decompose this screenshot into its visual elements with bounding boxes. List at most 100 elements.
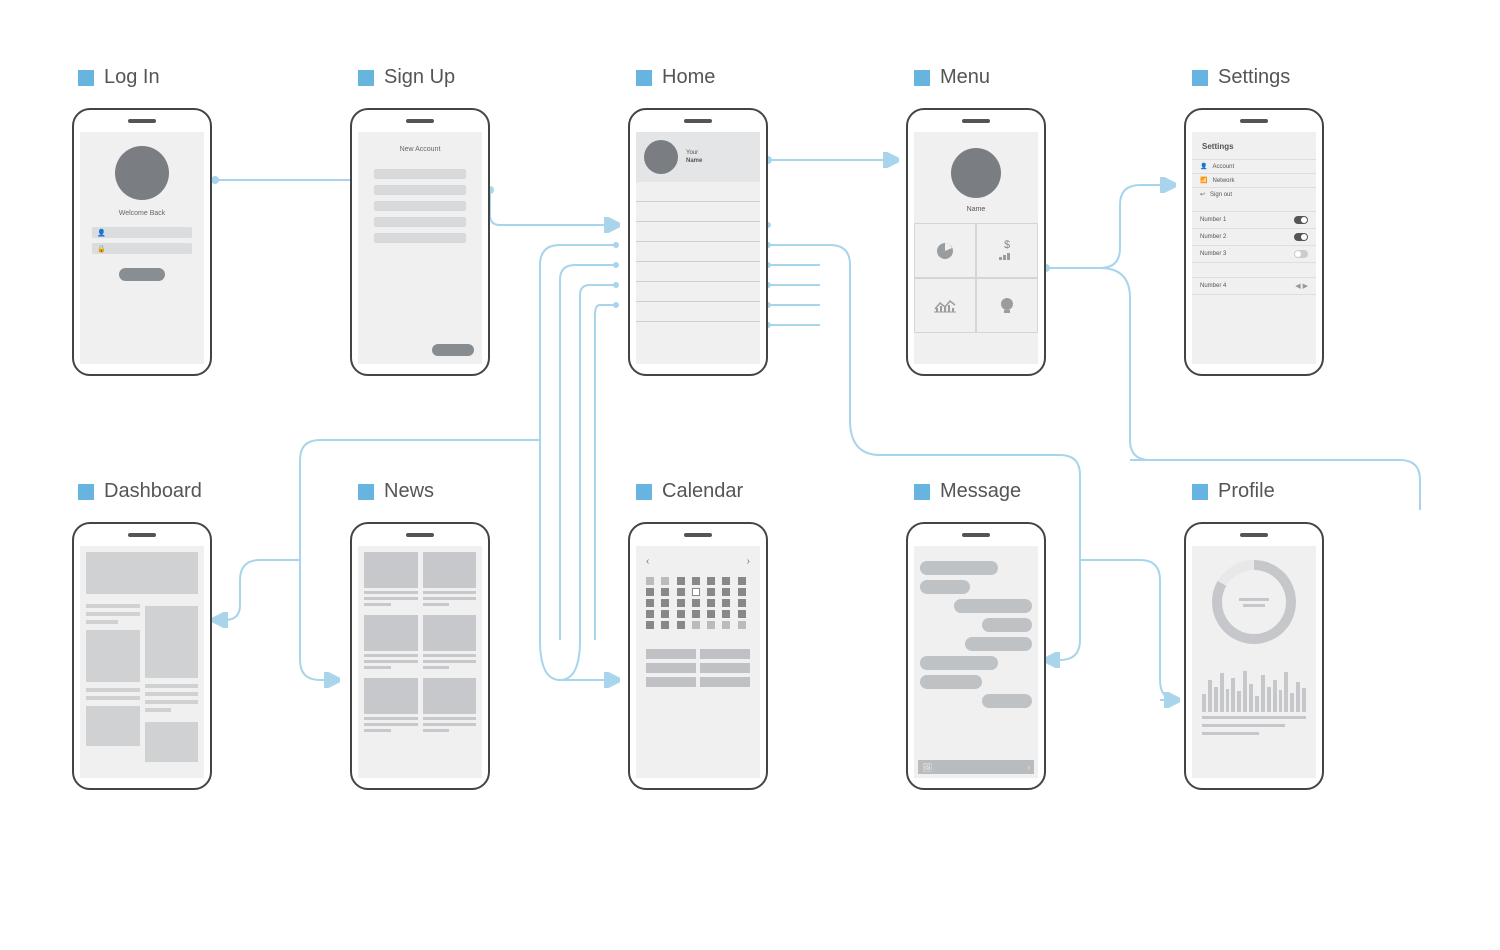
message-bubble-out	[954, 599, 1032, 613]
chart-baseline	[1202, 716, 1306, 719]
dashboard-image	[86, 630, 140, 682]
title-menu: Menu	[914, 66, 990, 89]
calendar-event[interactable]	[646, 677, 696, 687]
dashboard-col	[145, 600, 199, 768]
avatar-icon	[644, 140, 678, 174]
phone-speaker	[684, 533, 712, 537]
extra-label: Number 4	[1200, 283, 1226, 289]
settings-link-label: Network	[1212, 178, 1234, 184]
stepper-icon: ◀ ▶	[1295, 282, 1308, 290]
switch-icon	[1294, 216, 1308, 224]
image-icon[interactable]: 🖼	[922, 763, 932, 772]
settings-toggle-3[interactable]: Number 3	[1192, 245, 1316, 263]
menu-tile-pie[interactable]	[914, 223, 976, 278]
calendar-selected-day[interactable]	[692, 588, 700, 596]
signup-field[interactable]	[374, 169, 466, 179]
screen-login: Welcome Back 👤 🔒	[80, 132, 204, 364]
phone-speaker	[406, 119, 434, 123]
user-icon: 👤	[97, 229, 106, 237]
menu-tile-idea[interactable]	[976, 278, 1038, 333]
dashboard-hero	[86, 552, 198, 594]
screen-signup: New Account	[358, 132, 482, 364]
toggle-label: Number 2	[1200, 234, 1226, 240]
password-input[interactable]: 🔒	[92, 243, 192, 254]
home-list-item[interactable]	[636, 262, 760, 282]
signup-field[interactable]	[374, 217, 466, 227]
settings-link-account[interactable]: 👤Account	[1192, 159, 1316, 173]
title-login-text: Log In	[104, 66, 160, 89]
news-card[interactable]	[364, 615, 418, 672]
settings-extra[interactable]: Number 4 ◀ ▶	[1192, 277, 1316, 295]
message-bubble-out	[982, 694, 1032, 708]
title-profile-text: Profile	[1218, 480, 1275, 503]
send-icon[interactable]: ›	[1027, 763, 1030, 772]
calendar-next-button[interactable]: ›	[747, 556, 750, 567]
bullet-icon	[914, 484, 930, 500]
news-card[interactable]	[423, 552, 477, 609]
avatar-icon	[951, 148, 1001, 198]
exit-icon: ↩	[1200, 191, 1205, 198]
bullet-icon	[78, 70, 94, 86]
settings-link-network[interactable]: 📶Network	[1192, 173, 1316, 187]
title-calendar-text: Calendar	[662, 480, 743, 503]
phone-calendar: ‹ ›	[628, 522, 768, 790]
news-card[interactable]	[423, 678, 477, 735]
bullet-icon	[914, 70, 930, 86]
title-home: Home	[636, 66, 715, 89]
settings-toggle-1[interactable]: Number 1	[1192, 211, 1316, 228]
growth-icon: $	[999, 239, 1015, 263]
title-signup: Sign Up	[358, 66, 455, 89]
home-header: Your Name	[636, 132, 760, 182]
signup-field[interactable]	[374, 201, 466, 211]
title-home-text: Home	[662, 66, 715, 89]
phone-speaker	[962, 119, 990, 123]
message-bubble-in	[920, 656, 998, 670]
title-calendar: Calendar	[636, 480, 743, 503]
bullet-icon	[636, 484, 652, 500]
home-list-item[interactable]	[636, 242, 760, 262]
news-card[interactable]	[423, 615, 477, 672]
news-card[interactable]	[364, 678, 418, 735]
switch-icon	[1294, 233, 1308, 241]
title-settings-text: Settings	[1218, 66, 1290, 89]
settings-link-signout[interactable]: ↩Sign out	[1192, 187, 1316, 201]
message-bubble-out	[982, 618, 1032, 632]
settings-toggle-2[interactable]: Number 2	[1192, 228, 1316, 245]
switch-icon	[1294, 250, 1308, 258]
profile-bar-chart	[1202, 666, 1306, 712]
phone-speaker	[684, 119, 712, 123]
signup-field[interactable]	[374, 185, 466, 195]
menu-tile-growth[interactable]: $	[976, 223, 1038, 278]
home-list-item[interactable]	[636, 202, 760, 222]
menu-tile-chart[interactable]	[914, 278, 976, 333]
news-card[interactable]	[364, 552, 418, 609]
home-list-item[interactable]	[636, 182, 760, 202]
home-list-item[interactable]	[636, 302, 760, 322]
home-list-item[interactable]	[636, 222, 760, 242]
title-news: News	[358, 480, 434, 503]
dashboard-image	[86, 706, 140, 746]
calendar-event[interactable]	[700, 663, 750, 673]
phone-speaker	[406, 533, 434, 537]
username-input[interactable]: 👤	[92, 227, 192, 238]
home-greeting: Your Name	[686, 149, 702, 166]
home-name: Name	[686, 158, 702, 164]
calendar-prev-button[interactable]: ‹	[646, 556, 649, 567]
phone-speaker	[128, 119, 156, 123]
title-login: Log In	[78, 66, 160, 89]
calendar-event[interactable]	[646, 649, 696, 659]
calendar-event[interactable]	[700, 649, 750, 659]
dashboard-image	[145, 606, 199, 678]
calendar-event[interactable]	[646, 663, 696, 673]
menu-grid: $	[914, 223, 1038, 333]
title-signup-text: Sign Up	[384, 66, 455, 89]
title-menu-text: Menu	[940, 66, 990, 89]
toggle-label: Number 3	[1200, 251, 1226, 257]
login-button[interactable]	[119, 268, 165, 281]
signup-field[interactable]	[374, 233, 466, 243]
calendar-event[interactable]	[700, 677, 750, 687]
title-dashboard: Dashboard	[78, 480, 202, 503]
signup-submit-button[interactable]	[432, 344, 474, 356]
home-list-item[interactable]	[636, 282, 760, 302]
message-input[interactable]: 🖼 ›	[918, 760, 1034, 774]
